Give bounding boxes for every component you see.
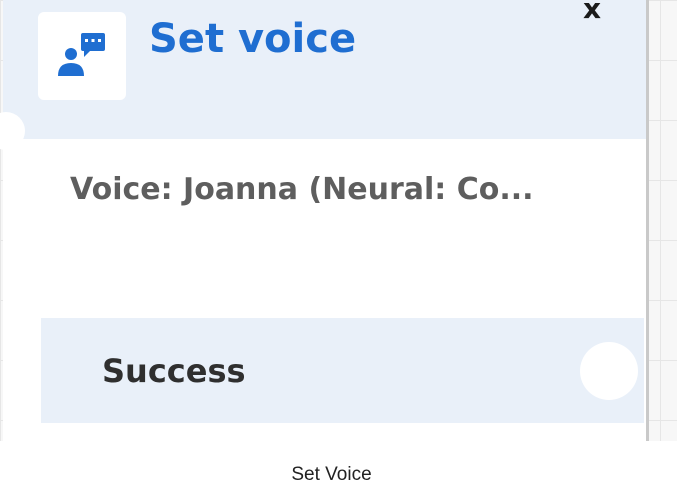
flow-canvas: Set voice x Voice: Joanna (Neural: Co...… (0, 0, 677, 496)
voice-person-speech-icon (58, 33, 105, 76)
image-caption: Set Voice (291, 464, 372, 485)
close-button[interactable]: x (583, 0, 601, 26)
success-output-connector[interactable] (580, 342, 638, 400)
branch-success: Success (41, 318, 644, 423)
set-voice-block[interactable]: Set voice x Voice: Joanna (Neural: Co...… (0, 0, 649, 441)
block-title: Set voice (149, 16, 357, 62)
block-icon-tile (38, 12, 126, 100)
branch-label: Success (102, 352, 246, 390)
voice-detail: Voice: Joanna (Neural: Co... (70, 172, 534, 207)
block-header: Set voice x (3, 0, 646, 139)
